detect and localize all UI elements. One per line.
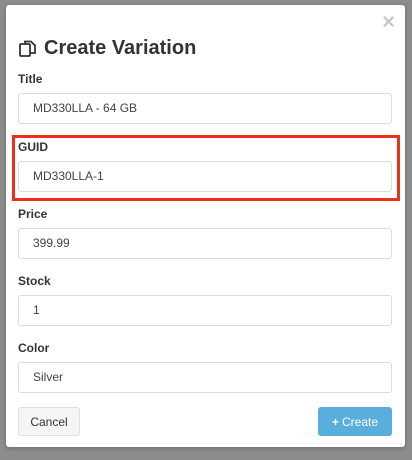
create-button-label: Create [341,414,379,429]
color-label: Color [18,341,50,355]
dialog-header: Create Variation [18,37,196,60]
plus-icon: + [331,414,339,429]
copy-icon [19,40,36,57]
stock-label: Stock [18,274,51,288]
cancel-button-label: Cancel [30,414,68,429]
dialog-title: Create Variation [44,37,197,59]
price-field-group: Price 399.99 [18,207,392,259]
stock-input[interactable]: 1 [18,295,392,326]
create-button[interactable]: + Create [318,407,392,436]
price-label: Price [18,207,48,221]
color-input[interactable]: Silver [18,362,392,393]
title-input[interactable]: MD330LLA - 64 GB [18,93,392,124]
close-icon[interactable]: × [382,11,395,33]
color-field-group: Color Silver [18,341,392,393]
stock-field-group: Stock 1 [18,274,392,326]
title-field-group: Title MD330LLA - 64 GB [18,72,392,124]
title-label: Title [18,72,43,86]
price-input[interactable]: 399.99 [18,228,392,259]
guid-highlight-box [12,135,400,201]
cancel-button[interactable]: Cancel [18,407,80,436]
create-variation-dialog: × Create Variation Title MD330LLA - 64 G… [6,5,405,447]
